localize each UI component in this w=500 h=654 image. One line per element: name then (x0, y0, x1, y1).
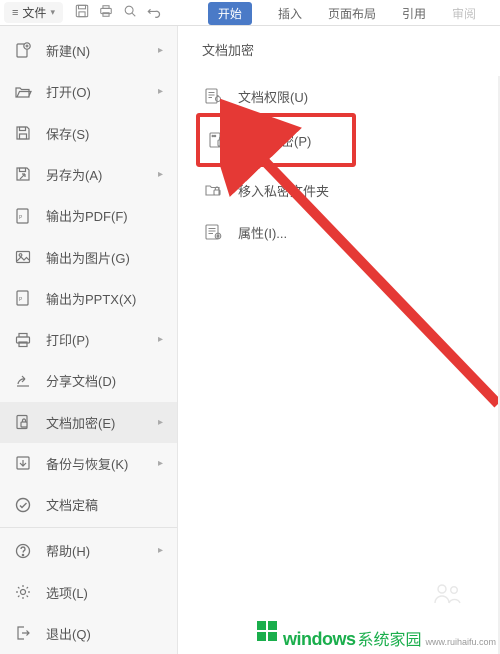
menu-export-pdf-label: 输出为PDF(F) (46, 206, 128, 225)
svg-text:P: P (19, 215, 23, 221)
submenu-arrow-icon: ▸ (158, 458, 163, 469)
menu-open-label: 打开(O) (46, 82, 91, 101)
menu-options-label: 选项(L) (46, 583, 88, 602)
tab-start[interactable]: 开始 (208, 2, 252, 25)
undo-icon[interactable] (147, 4, 161, 21)
separator (0, 527, 177, 528)
submenu-arrow-icon: ▸ (158, 169, 163, 180)
watermark-text-sub: 系统家园 (357, 626, 421, 650)
help-icon (14, 542, 32, 560)
watermark-text-main: windows (283, 629, 356, 650)
open-icon (14, 83, 32, 101)
tab-reference[interactable]: 引用 (402, 5, 426, 22)
submenu-arrow-icon: ▸ (158, 86, 163, 97)
menu-share[interactable]: 分享文档(D) (0, 360, 177, 401)
print-icon (14, 331, 32, 349)
menu-export-img-label: 输出为图片(G) (46, 248, 130, 267)
menu-backup-label: 备份与恢复(K) (46, 454, 128, 473)
menu-save-as[interactable]: 另存为(A) ▸ (0, 154, 177, 195)
file-menu-label: 文件 (22, 4, 46, 21)
menu-backup[interactable]: 备份与恢复(K) ▸ (0, 443, 177, 484)
tab-insert[interactable]: 插入 (278, 5, 302, 22)
svg-text:P: P (19, 297, 23, 303)
sub-properties[interactable]: 属性(I)... (202, 211, 500, 253)
file-menu-button[interactable]: ≡ 文件 ▾ (4, 2, 63, 23)
submenu-arrow-icon: ▸ (158, 334, 163, 345)
gear-icon (14, 583, 32, 601)
right-panel: 文档加密 文档权限(U) 密码加密(P) 移入私密文件夹 属性(I)... (178, 26, 500, 654)
encrypt-icon (14, 413, 32, 431)
menu-export-pdf[interactable]: P 输出为PDF(F) (0, 195, 177, 236)
watermark-logo-icon (255, 619, 281, 645)
top-bar: ≡ 文件 ▾ 开始 插入 页面布局 引用 审阅 (0, 0, 500, 26)
menu-options[interactable]: 选项(L) (0, 572, 177, 613)
menu-print[interactable]: 打印(P) ▸ (0, 319, 177, 360)
menu-share-label: 分享文档(D) (46, 371, 116, 390)
menu-new[interactable]: 新建(N) ▸ (0, 30, 177, 71)
share-icon (14, 372, 32, 390)
file-button-area: ≡ 文件 ▾ (0, 0, 67, 25)
sub-private-label: 移入私密文件夹 (238, 181, 329, 200)
menu-exit[interactable]: 退出(Q) (0, 613, 177, 654)
collaborators-icon[interactable] (430, 581, 466, 608)
menu-save-label: 保存(S) (46, 124, 89, 143)
save-as-icon (14, 165, 32, 183)
save-icon[interactable] (75, 4, 89, 21)
main-area: 新建(N) ▸ 打开(O) ▸ 保存(S) 另存为(A) ▸ P 输出为PDF(… (0, 26, 500, 654)
menu-finalize-label: 文档定稿 (46, 495, 98, 514)
highlight-box: 密码加密(P) (196, 113, 356, 167)
check-icon (14, 496, 32, 514)
pdf-icon: P (14, 207, 32, 225)
menu-exit-label: 退出(Q) (46, 624, 91, 643)
pptx-icon: P (14, 289, 32, 307)
menu-export-pptx[interactable]: P 输出为PPTX(X) (0, 278, 177, 319)
menu-encrypt[interactable]: 文档加密(E) ▸ (0, 402, 177, 443)
sub-password-label: 密码加密(P) (242, 131, 311, 150)
menu-finalize[interactable]: 文档定稿 (0, 484, 177, 525)
properties-icon (204, 223, 224, 241)
private-folder-icon (204, 181, 224, 199)
tab-review[interactable]: 审阅 (452, 5, 476, 22)
sub-move-private[interactable]: 移入私密文件夹 (202, 169, 500, 211)
left-menu: 新建(N) ▸ 打开(O) ▸ 保存(S) 另存为(A) ▸ P 输出为PDF(… (0, 26, 178, 654)
sub-permission-label: 文档权限(U) (238, 87, 308, 106)
menu-export-pptx-label: 输出为PPTX(X) (46, 289, 136, 308)
watermark: windows 系统家园 www.ruihaifu.com (255, 619, 496, 650)
menu-print-label: 打印(P) (46, 330, 89, 349)
menu-save-as-label: 另存为(A) (46, 165, 102, 184)
preview-icon[interactable] (123, 4, 137, 21)
image-icon (14, 248, 32, 266)
submenu-arrow-icon: ▸ (158, 545, 163, 556)
lock-icon (208, 131, 228, 149)
panel-title: 文档加密 (202, 40, 500, 59)
menu-export-img[interactable]: 输出为图片(G) (0, 236, 177, 277)
exit-icon (14, 624, 32, 642)
menu-help[interactable]: 帮助(H) ▸ (0, 530, 177, 571)
submenu-arrow-icon: ▸ (158, 417, 163, 428)
menu-new-label: 新建(N) (46, 41, 90, 60)
permission-icon (204, 87, 224, 105)
watermark-url: www.ruihaifu.com (425, 637, 496, 647)
backup-icon (14, 454, 32, 472)
sub-password-encrypt[interactable]: 密码加密(P) (202, 123, 352, 157)
sub-document-permission[interactable]: 文档权限(U) (202, 75, 500, 117)
menu-help-label: 帮助(H) (46, 541, 90, 560)
tab-page-layout[interactable]: 页面布局 (328, 5, 376, 22)
new-icon (14, 42, 32, 60)
sub-properties-label: 属性(I)... (238, 223, 287, 242)
menu-open[interactable]: 打开(O) ▸ (0, 71, 177, 112)
print-qat-icon[interactable] (99, 4, 113, 21)
menu-encrypt-label: 文档加密(E) (46, 413, 115, 432)
menu-save[interactable]: 保存(S) (0, 113, 177, 154)
chevron-down-icon: ▾ (50, 7, 55, 18)
ribbon-tabs: 开始 插入 页面布局 引用 审阅 (208, 0, 500, 26)
submenu-arrow-icon: ▸ (158, 45, 163, 56)
quick-access-toolbar (67, 4, 169, 21)
save-icon (14, 124, 32, 142)
